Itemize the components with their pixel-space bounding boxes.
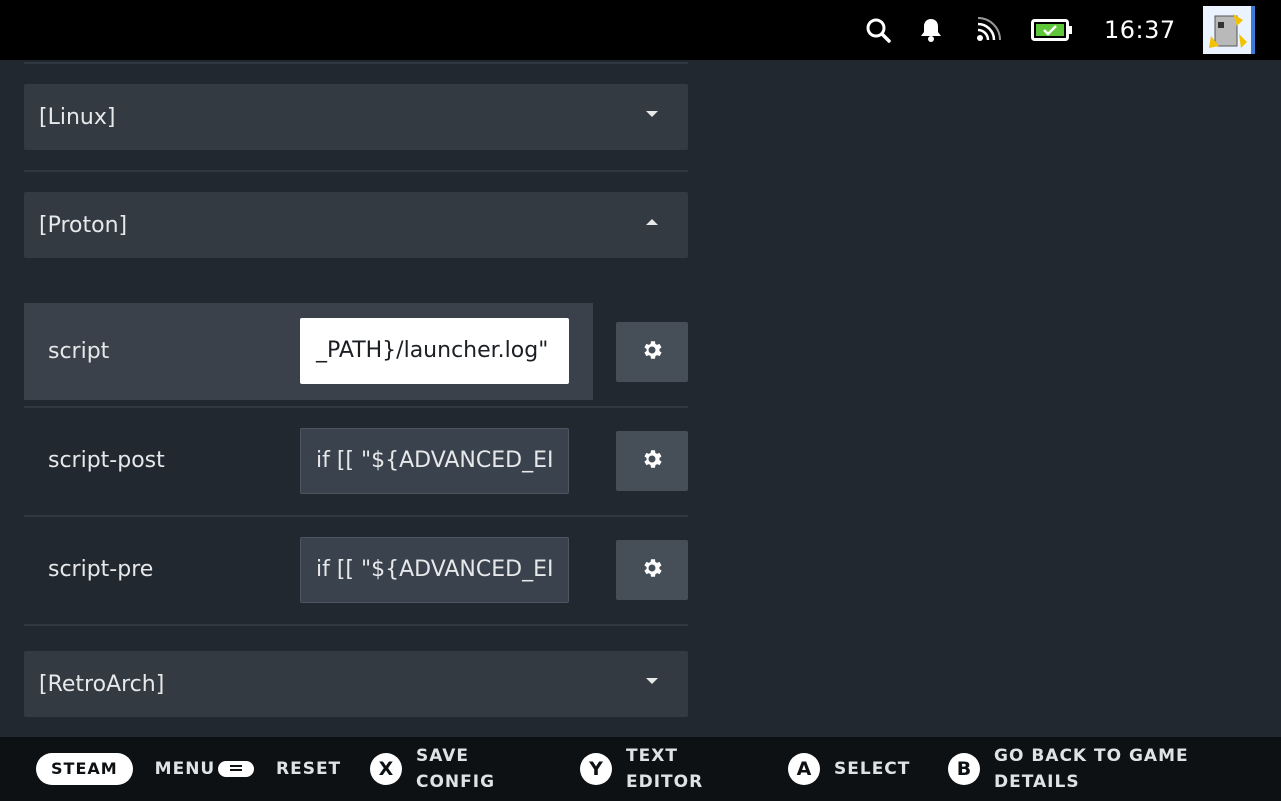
script-post-settings-button[interactable] xyxy=(616,431,688,491)
hint-label-line2: CONFIG xyxy=(416,772,496,792)
clock: 16:37 xyxy=(1104,16,1176,44)
status-bar: 16:37 xyxy=(0,0,1281,60)
search-icon[interactable] xyxy=(862,14,894,46)
hint-select[interactable]: A SELECT xyxy=(788,737,910,801)
script-post-input[interactable]: if [[ "${ADVANCED_EI xyxy=(300,428,569,494)
gear-icon xyxy=(640,556,664,584)
gear-icon xyxy=(640,338,664,366)
script-pre-input[interactable]: if [[ "${ADVANCED_EI xyxy=(300,537,569,603)
setting-label: script-post xyxy=(48,448,165,473)
hint-go-back[interactable]: B GO BACK TO GAME DETAILS xyxy=(948,737,1189,801)
cast-icon xyxy=(974,14,1002,46)
hint-label: RESET xyxy=(276,759,342,779)
gear-icon xyxy=(640,447,664,475)
script-input[interactable]: _PATH}/launcher.log" xyxy=(300,318,569,384)
battery-charging-icon xyxy=(1031,14,1073,46)
hint-reset[interactable]: RESET xyxy=(218,737,341,801)
hint-label-line2: EDITOR xyxy=(626,772,704,792)
section-retroarch[interactable]: [RetroArch] xyxy=(24,651,688,717)
chevron-down-icon xyxy=(646,111,658,117)
divider xyxy=(24,624,688,626)
x-button-glyph: X xyxy=(370,753,402,785)
section-proton[interactable]: [Proton] xyxy=(24,192,688,258)
steam-button-glyph: STEAM xyxy=(36,753,133,785)
bell-icon[interactable] xyxy=(917,14,945,46)
chevron-down-icon xyxy=(646,678,658,684)
hint-label-line2: DETAILS xyxy=(994,772,1080,792)
hint-label-line1: SAVE xyxy=(416,746,470,766)
options-button-icon xyxy=(218,761,254,777)
divider xyxy=(24,62,688,64)
setting-row-script[interactable]: script _PATH}/launcher.log" xyxy=(24,303,688,411)
divider xyxy=(24,170,688,172)
section-linux-label: [Linux] xyxy=(39,104,116,130)
section-linux[interactable]: [Linux] xyxy=(24,84,688,150)
y-button-glyph: Y xyxy=(580,753,612,785)
setting-label: script xyxy=(48,339,110,364)
hint-label: SELECT xyxy=(834,759,911,779)
b-button-glyph: B xyxy=(948,753,980,785)
chevron-up-icon xyxy=(646,219,658,225)
hint-label-line1: GO BACK TO GAME xyxy=(994,746,1189,766)
button-hint-bar: STEAM MENU RESET X SAVE CONFIG Y TEXT EDIT… xyxy=(0,737,1281,801)
hint-text-editor[interactable]: Y TEXT EDITOR xyxy=(580,737,703,801)
hint-label-line1: TEXT xyxy=(626,746,678,766)
hint-label: MENU xyxy=(154,759,216,779)
avatar[interactable] xyxy=(1203,6,1255,54)
settings-panel: [Linux] [Proton] script _PATH}/launcher.… xyxy=(0,60,1281,737)
setting-row-script-post[interactable]: script-post if [[ "${ADVANCED_EI xyxy=(24,407,688,515)
hint-steam-menu[interactable]: STEAM MENU xyxy=(36,737,215,801)
section-retroarch-label: [RetroArch] xyxy=(39,671,165,697)
setting-row-script-pre[interactable]: script-pre if [[ "${ADVANCED_EI xyxy=(24,516,688,624)
script-settings-button[interactable] xyxy=(616,322,688,382)
setting-label: script-pre xyxy=(48,557,154,582)
hint-save-config[interactable]: X SAVE CONFIG xyxy=(370,737,495,801)
section-proton-label: [Proton] xyxy=(39,212,128,238)
a-button-glyph: A xyxy=(788,753,820,785)
script-pre-settings-button[interactable] xyxy=(616,540,688,600)
